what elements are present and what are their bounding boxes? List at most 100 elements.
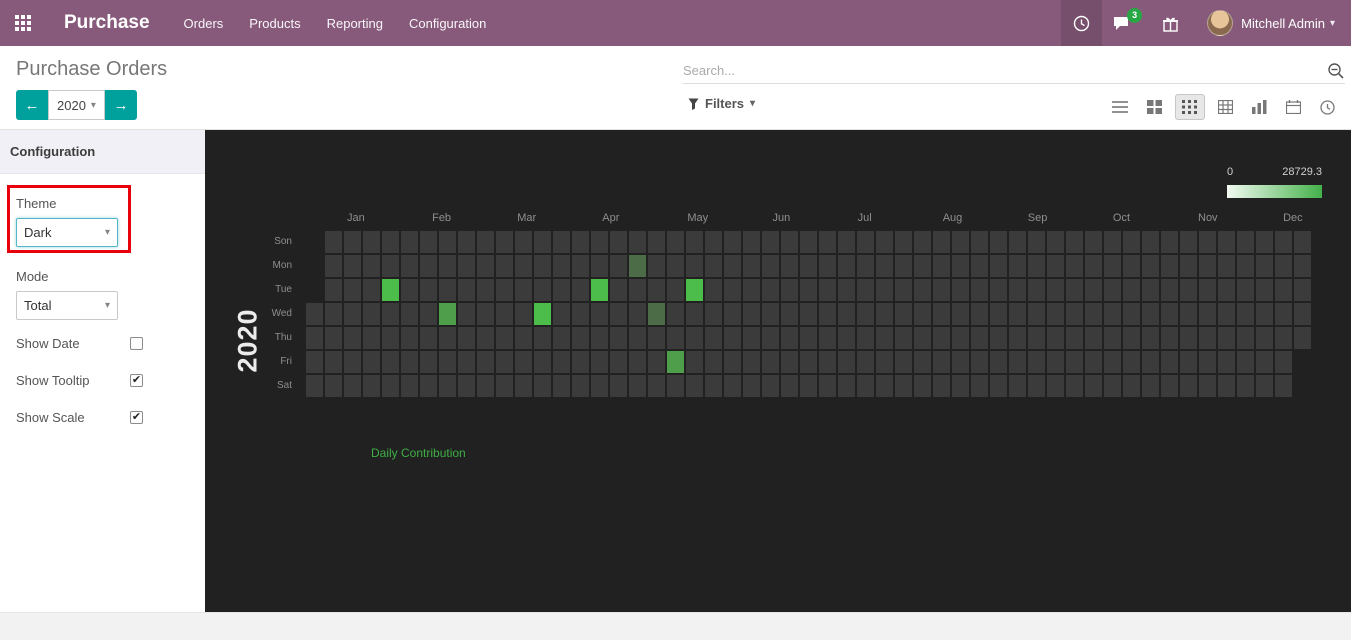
heatmap-cell[interactable] [648, 351, 665, 373]
next-year-button[interactable]: → [104, 90, 137, 120]
heatmap-cell[interactable] [1218, 231, 1235, 253]
filters-dropdown[interactable]: Filters ▾ [688, 96, 755, 111]
heatmap-cell[interactable] [743, 255, 760, 277]
heatmap-cell[interactable] [363, 351, 380, 373]
heatmap-cell[interactable] [1104, 327, 1121, 349]
heatmap-cell[interactable] [648, 375, 665, 397]
heatmap-cell[interactable] [591, 375, 608, 397]
heatmap-cell[interactable] [1009, 255, 1026, 277]
heatmap-cell[interactable] [781, 255, 798, 277]
heatmap-cell[interactable] [1123, 303, 1140, 325]
heatmap-cell[interactable] [1275, 255, 1292, 277]
heatmap-cell[interactable] [572, 231, 589, 253]
heatmap-cell[interactable] [952, 351, 969, 373]
heatmap-cell[interactable] [1028, 255, 1045, 277]
heatmap-cell[interactable] [1237, 231, 1254, 253]
apps-menu-button[interactable] [0, 0, 46, 46]
heatmap-cell[interactable] [496, 255, 513, 277]
heatmap-cell[interactable] [344, 327, 361, 349]
heatmap-cell[interactable] [1199, 351, 1216, 373]
heatmap-cell[interactable] [401, 375, 418, 397]
heatmap-cell[interactable] [990, 351, 1007, 373]
heatmap-cell[interactable] [838, 375, 855, 397]
heatmap-cell[interactable] [971, 279, 988, 301]
heatmap-cell[interactable] [1218, 351, 1235, 373]
heatmap-cell[interactable] [1218, 279, 1235, 301]
heatmap-cell[interactable] [1237, 351, 1254, 373]
heatmap-cell[interactable] [515, 375, 532, 397]
heatmap-cell[interactable] [724, 231, 741, 253]
heatmap-cell[interactable] [553, 303, 570, 325]
heatmap-cell[interactable] [610, 327, 627, 349]
heatmap-cell[interactable] [952, 327, 969, 349]
heatmap-cell[interactable] [1237, 255, 1254, 277]
heatmap-cell[interactable] [1161, 279, 1178, 301]
heatmap-cell[interactable] [1066, 375, 1083, 397]
heatmap-cell[interactable] [838, 351, 855, 373]
heatmap-cell[interactable] [1028, 279, 1045, 301]
heatmap-cell[interactable] [971, 327, 988, 349]
user-menu[interactable]: Mitchell Admin ▾ [1195, 0, 1351, 46]
heatmap-cell[interactable] [420, 231, 437, 253]
heatmap-cell[interactable] [401, 327, 418, 349]
heatmap-cell[interactable] [1009, 231, 1026, 253]
heatmap-cell[interactable] [572, 303, 589, 325]
heatmap-cell[interactable] [990, 255, 1007, 277]
heatmap-cell[interactable] [306, 327, 323, 349]
heatmap-cell[interactable] [895, 231, 912, 253]
heatmap-cell[interactable] [1275, 327, 1292, 349]
heatmap-cell[interactable] [1142, 375, 1159, 397]
heatmap-cell[interactable] [496, 351, 513, 373]
heatmap-cell[interactable] [1199, 327, 1216, 349]
heatmap-cell[interactable] [401, 279, 418, 301]
heatmap-cell[interactable] [686, 279, 703, 301]
heatmap-cell[interactable] [1009, 303, 1026, 325]
heatmap-cell[interactable] [1085, 231, 1102, 253]
heatmap-cell[interactable] [724, 375, 741, 397]
heatmap-cell[interactable] [1180, 327, 1197, 349]
heatmap-cell[interactable] [743, 231, 760, 253]
heatmap-cell[interactable] [800, 327, 817, 349]
heatmap-cell[interactable] [344, 279, 361, 301]
heatmap-cell[interactable] [401, 231, 418, 253]
heatmap-cell[interactable] [781, 351, 798, 373]
heatmap-cell[interactable] [876, 231, 893, 253]
heatmap-cell[interactable] [1028, 231, 1045, 253]
heatmap-cell[interactable] [629, 375, 646, 397]
heatmap-cell[interactable] [743, 351, 760, 373]
heatmap-cell[interactable] [876, 303, 893, 325]
heatmap-cell[interactable] [515, 303, 532, 325]
heatmap-cell[interactable] [1085, 375, 1102, 397]
heatmap-cell[interactable] [591, 327, 608, 349]
heatmap-cell[interactable] [914, 255, 931, 277]
heatmap-cell[interactable] [1066, 351, 1083, 373]
heatmap-cell[interactable] [686, 231, 703, 253]
heatmap-cell[interactable] [933, 375, 950, 397]
heatmap-cell[interactable] [914, 351, 931, 373]
heatmap-cell[interactable] [439, 231, 456, 253]
heatmap-cell[interactable] [819, 375, 836, 397]
year-selector-button[interactable]: 2020 ▾ [48, 90, 105, 120]
heatmap-cell[interactable] [553, 279, 570, 301]
heatmap-cell[interactable] [762, 351, 779, 373]
heatmap-cell[interactable] [610, 231, 627, 253]
heatmap-cell[interactable] [1028, 375, 1045, 397]
heatmap-cell[interactable] [1123, 375, 1140, 397]
heatmap-cell[interactable] [914, 303, 931, 325]
heatmap-cell[interactable] [515, 279, 532, 301]
heatmap-cell[interactable] [553, 327, 570, 349]
heatmap-cell[interactable] [496, 231, 513, 253]
heatmap-cell[interactable] [1123, 279, 1140, 301]
heatmap-cell[interactable] [800, 255, 817, 277]
heatmap-cell[interactable] [1237, 327, 1254, 349]
heatmap-cell[interactable] [363, 279, 380, 301]
heatmap-cell[interactable] [344, 255, 361, 277]
heatmap-cell[interactable] [1294, 255, 1311, 277]
heatmap-cell[interactable] [363, 303, 380, 325]
heatmap-cell[interactable] [1066, 255, 1083, 277]
heatmap-cell[interactable] [1047, 327, 1064, 349]
heatmap-cell[interactable] [439, 279, 456, 301]
heatmap-cell[interactable] [819, 327, 836, 349]
heatmap-cell[interactable] [857, 255, 874, 277]
heatmap-cell[interactable] [724, 279, 741, 301]
